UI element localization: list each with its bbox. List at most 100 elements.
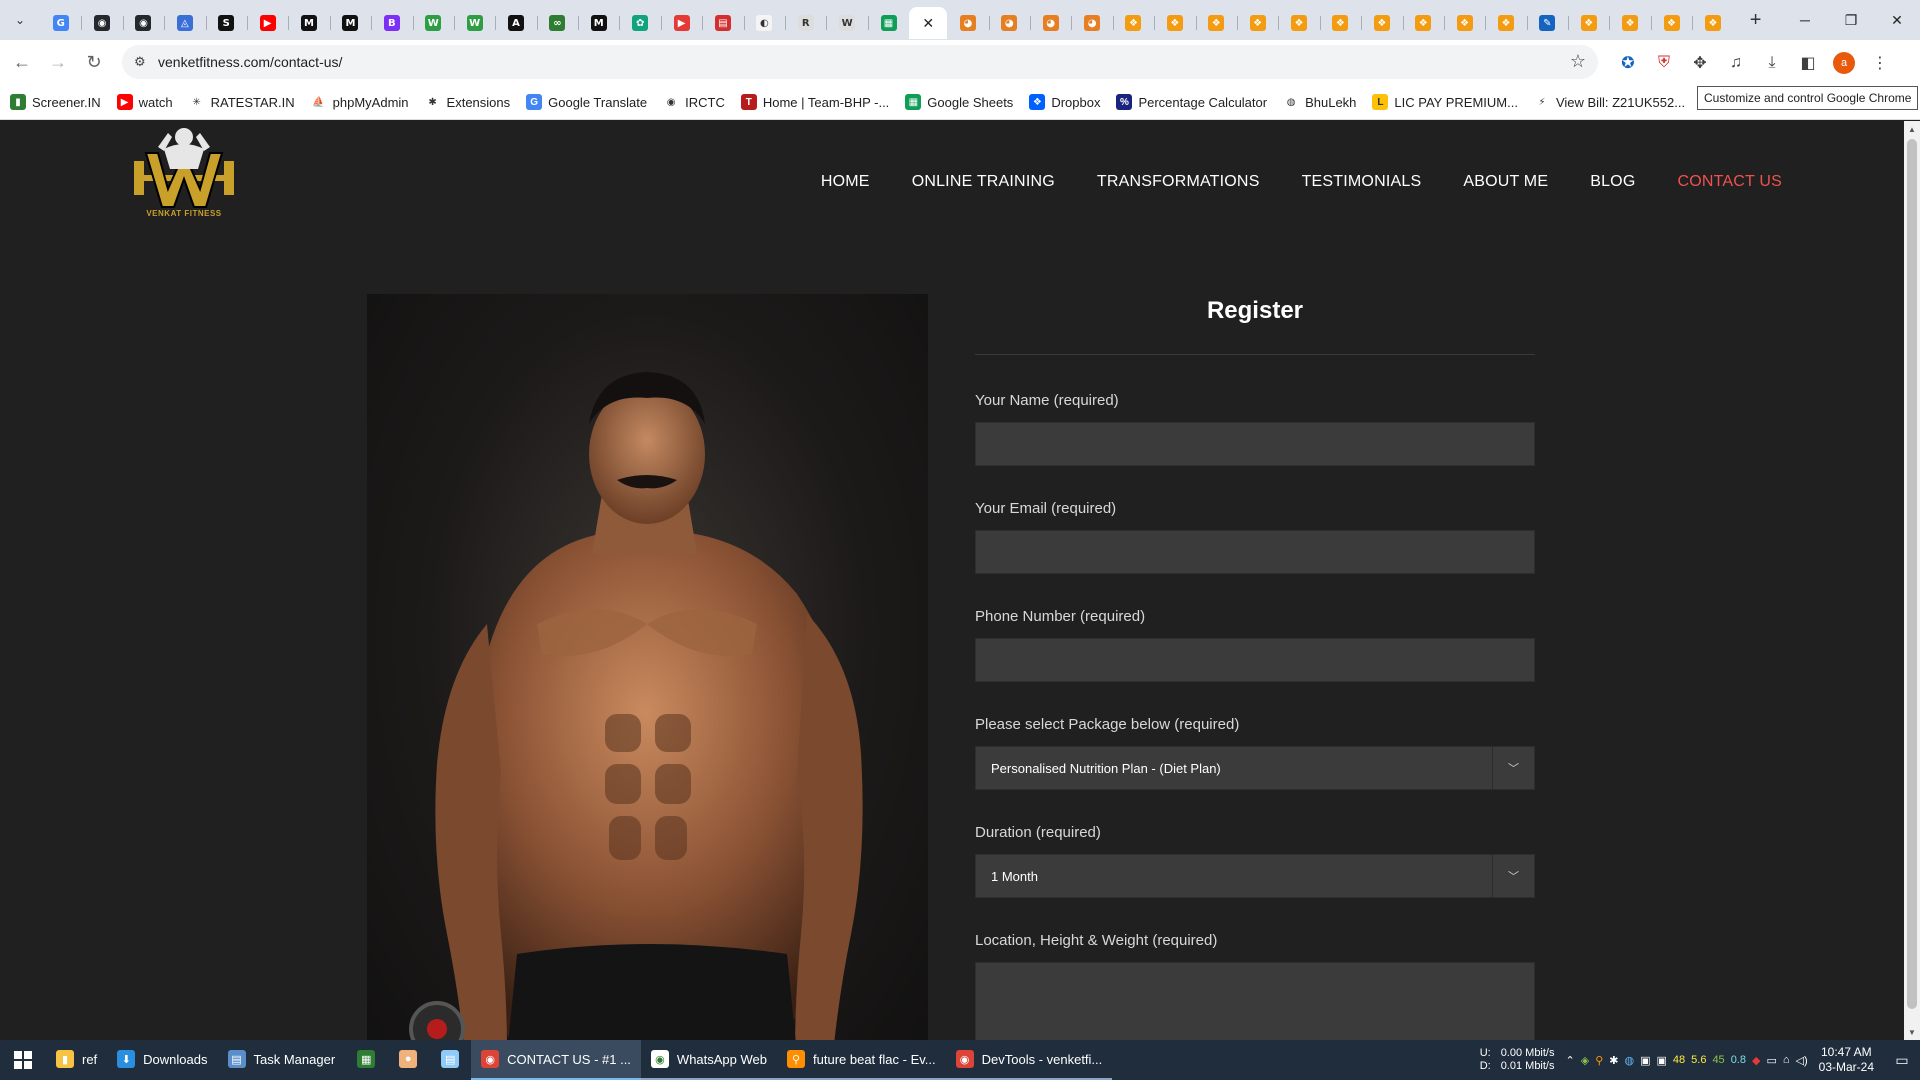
bookmark-star-icon[interactable]: ☆ bbox=[1570, 51, 1586, 72]
reload-button[interactable]: ↻ bbox=[76, 45, 112, 81]
site-info-icon[interactable]: ⚙ bbox=[122, 54, 152, 70]
nav-link-online-training[interactable]: ONLINE TRAINING bbox=[912, 173, 1055, 191]
taskbar-item[interactable]: ▤ Task Manager bbox=[218, 1040, 346, 1080]
browser-tab[interactable]: ✕ bbox=[909, 7, 948, 39]
bookmark-item[interactable]: G Google Translate bbox=[526, 94, 647, 110]
tray-app-icon[interactable]: ◈ bbox=[1581, 1054, 1589, 1067]
new-tab-button[interactable]: + bbox=[1740, 4, 1772, 36]
url-text[interactable]: venketfitness.com/contact-us/ bbox=[158, 54, 342, 70]
browser-tab[interactable]: ▤ bbox=[702, 7, 743, 39]
nav-link-contact-us[interactable]: CONTACT US bbox=[1677, 173, 1782, 191]
browser-tab[interactable]: ❖ bbox=[1278, 7, 1319, 39]
browser-tab[interactable]: ❖ bbox=[1402, 7, 1444, 39]
taskbar-item[interactable]: ⬇ Downloads bbox=[107, 1040, 217, 1080]
browser-tab[interactable]: ▶ bbox=[246, 7, 288, 39]
browser-tab[interactable]: ◕ bbox=[947, 7, 988, 39]
browser-tab[interactable]: W bbox=[826, 7, 867, 39]
browser-tab[interactable]: ❖ bbox=[1485, 7, 1526, 39]
taskbar-item[interactable]: ● bbox=[387, 1040, 429, 1080]
browser-tab[interactable]: ◉ bbox=[81, 7, 122, 39]
browser-tab[interactable]: ◕ bbox=[1029, 7, 1071, 39]
browser-tab[interactable]: ❖ bbox=[1692, 7, 1733, 39]
nav-link-blog[interactable]: BLOG bbox=[1590, 173, 1635, 191]
taskbar-item[interactable]: ▦ bbox=[345, 1040, 387, 1080]
browser-tab[interactable]: ❖ bbox=[1609, 7, 1650, 39]
package-select[interactable]: Personalised Nutrition Plan - (Diet Plan… bbox=[975, 746, 1535, 790]
chevron-up-icon[interactable]: ⌃ bbox=[1566, 1054, 1575, 1067]
chevron-down-icon[interactable]: ﹀ bbox=[1492, 855, 1534, 897]
scroll-down-icon[interactable]: ▼ bbox=[1904, 1024, 1920, 1040]
browser-tab[interactable]: ∞ bbox=[536, 7, 578, 39]
scroll-up-icon[interactable]: ▲ bbox=[1904, 121, 1920, 137]
battery-icon[interactable]: ▭ bbox=[1766, 1054, 1776, 1067]
bookmark-item[interactable]: ◉ IRCTC bbox=[663, 94, 725, 110]
bookmark-item[interactable]: ◍ BhuLekh bbox=[1283, 94, 1356, 110]
taskbar-item[interactable]: ▮ ref bbox=[46, 1040, 107, 1080]
browser-tab[interactable]: ❖ bbox=[1443, 7, 1485, 39]
site-logo[interactable]: VENKAT FITNESS bbox=[128, 123, 240, 219]
browser-tab[interactable]: ◐ bbox=[743, 7, 785, 39]
puzzle-icon[interactable]: ✥ bbox=[1682, 45, 1718, 81]
taskbar-item[interactable]: ◉ CONTACT US - #1 ... bbox=[471, 1040, 641, 1080]
taskbar-item[interactable]: ◉ WhatsApp Web bbox=[640, 1040, 778, 1080]
taskbar-item[interactable]: ◉ DevTools - venketfi... bbox=[945, 1040, 1113, 1080]
start-button[interactable] bbox=[0, 1040, 46, 1080]
browser-tab[interactable]: M bbox=[578, 7, 619, 39]
cpu-icon[interactable]: ▣ bbox=[1656, 1054, 1666, 1067]
bookmark-item[interactable]: ❖ Dropbox bbox=[1029, 94, 1100, 110]
restore-button[interactable]: ❐ bbox=[1828, 0, 1874, 40]
taskbar-item[interactable]: ▤ bbox=[429, 1040, 471, 1080]
side-panel-icon[interactable]: ◧ bbox=[1790, 45, 1826, 81]
browser-tab[interactable]: ◕ bbox=[1071, 7, 1112, 39]
forward-button[interactable]: → bbox=[40, 45, 76, 81]
globe-icon[interactable]: ◍ bbox=[1624, 1054, 1634, 1067]
bookmark-item[interactable]: ▮ Screener.IN bbox=[10, 94, 101, 110]
browser-tab[interactable]: ◕ bbox=[988, 7, 1030, 39]
browser-tab[interactable]: ▦ bbox=[867, 7, 909, 39]
tab-search-button[interactable]: ⌄ bbox=[0, 0, 40, 40]
browser-tab[interactable]: ✎ bbox=[1526, 7, 1568, 39]
bookmark-item[interactable]: ✳ RATESTAR.IN bbox=[188, 94, 295, 110]
back-button[interactable]: ← bbox=[4, 45, 40, 81]
search-icon[interactable]: ⚲ bbox=[1595, 1054, 1603, 1067]
browser-tab[interactable]: ◬ bbox=[164, 7, 205, 39]
browser-tab[interactable]: ❖ bbox=[1568, 7, 1609, 39]
location-textarea[interactable] bbox=[975, 962, 1535, 1040]
minimize-button[interactable]: ─ bbox=[1782, 0, 1828, 40]
nav-link-home[interactable]: HOME bbox=[821, 173, 870, 191]
download-icon[interactable]: ⤓ bbox=[1754, 45, 1790, 81]
bluetooth-icon[interactable]: ✱ bbox=[1609, 1054, 1618, 1067]
browser-tab[interactable]: R bbox=[785, 7, 826, 39]
browser-tab[interactable]: M bbox=[288, 7, 329, 39]
browser-tab[interactable]: ❖ bbox=[1112, 7, 1154, 39]
browser-tab[interactable]: ▶ bbox=[660, 7, 702, 39]
browser-tab[interactable]: M bbox=[329, 7, 371, 39]
scrollbar-thumb[interactable] bbox=[1907, 139, 1917, 1009]
browser-tab[interactable]: ◉ bbox=[122, 7, 164, 39]
network-icon[interactable]: ⌂ bbox=[1783, 1054, 1790, 1066]
volume-icon[interactable]: ◁) bbox=[1796, 1054, 1808, 1067]
duration-select[interactable]: 1 Month ﹀ bbox=[975, 854, 1535, 898]
browser-tab[interactable]: S bbox=[205, 7, 247, 39]
taskbar-item[interactable]: ⚲ future beat flac - Ev... bbox=[777, 1040, 946, 1080]
bookmark-item[interactable]: L LIC PAY PREMIUM... bbox=[1372, 94, 1518, 110]
browser-tab[interactable]: ❖ bbox=[1236, 7, 1278, 39]
antivirus-icon[interactable]: ◆ bbox=[1752, 1054, 1760, 1067]
bookmark-item[interactable]: ⛵ phpMyAdmin bbox=[310, 94, 409, 110]
email-field[interactable] bbox=[975, 530, 1535, 574]
bookmark-item[interactable]: ▶ watch bbox=[116, 94, 173, 110]
notification-icon[interactable]: ▭ bbox=[1884, 1040, 1920, 1080]
close-icon[interactable]: ✕ bbox=[922, 15, 934, 32]
temperature-icon[interactable]: ▣ bbox=[1640, 1054, 1650, 1067]
name-field[interactable] bbox=[975, 422, 1535, 466]
bookmark-item[interactable]: ✱ Extensions bbox=[424, 94, 510, 110]
close-window-button[interactable]: ✕ bbox=[1874, 0, 1920, 40]
clock[interactable]: 10:47 AM 03-Mar-24 bbox=[1819, 1045, 1874, 1075]
browser-tab[interactable]: ❖ bbox=[1650, 7, 1692, 39]
chevron-down-icon[interactable]: ﹀ bbox=[1492, 747, 1534, 789]
extension-icon[interactable]: ✪ bbox=[1610, 45, 1646, 81]
browser-tab[interactable]: W bbox=[412, 7, 454, 39]
bookmark-item[interactable]: ▦ Google Sheets bbox=[905, 94, 1013, 110]
page-scrollbar[interactable]: ▲ ▼ bbox=[1904, 121, 1920, 1040]
bookmark-item[interactable]: % Percentage Calculator bbox=[1116, 94, 1267, 110]
